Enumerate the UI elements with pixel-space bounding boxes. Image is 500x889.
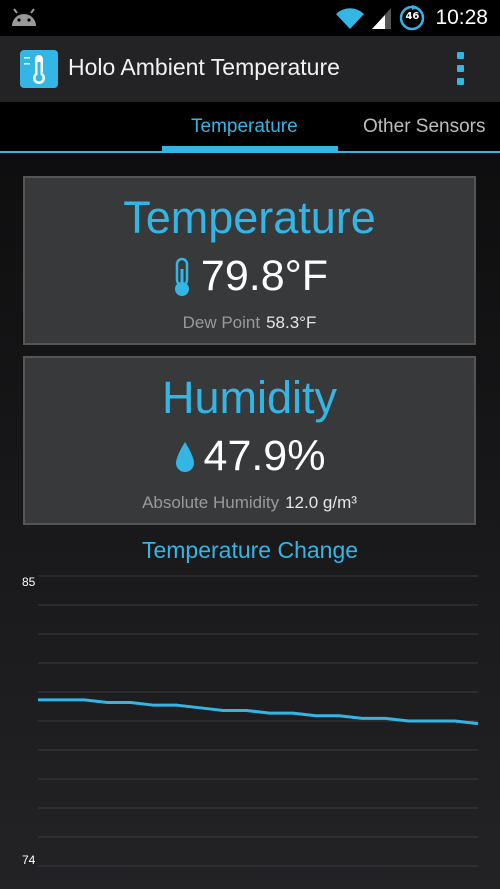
network-badge: 46 [405, 11, 420, 22]
humidity-value: 47.9% [203, 432, 326, 480]
main-content: Temperature 79.8°F Dew Point 58.3°F Humid… [0, 154, 500, 889]
thermometer-app-icon[interactable] [20, 50, 58, 88]
overflow-menu-icon[interactable] [452, 52, 470, 86]
absolute-humidity-label: Absolute Humidity [142, 493, 280, 512]
absolute-humidity-value: 12.0 g/m³ [285, 493, 357, 512]
dew-point-value: 58.3°F [266, 313, 317, 332]
humidity-value-row: 47.9% [25, 432, 474, 481]
humidity-card: Humidity 47.9% Absolute Humidity 12.0 g/m… [23, 356, 476, 525]
y-tick-label: 74 [22, 853, 36, 867]
dew-point-row: Dew Point 58.3°F [25, 313, 474, 333]
humidity-title: Humidity [161, 372, 338, 423]
water-drop-icon [175, 441, 194, 472]
action-bar: Holo Ambient Temperature [0, 36, 500, 102]
android-icon [12, 8, 36, 26]
thermometer-icon [174, 257, 189, 296]
y-tick-label: 85 [22, 575, 36, 589]
data-sync-icon: 46 [399, 5, 425, 31]
signal-icon [372, 8, 392, 29]
absolute-humidity-row: Absolute Humidity 12.0 g/m³ [25, 493, 474, 513]
tab-other-sensors[interactable]: Other Sensors [363, 116, 486, 138]
wifi-icon [336, 8, 365, 29]
temperature-title: Temperature [123, 192, 376, 243]
temperature-card: Temperature 79.8°F Dew Point 58.3°F [23, 176, 476, 345]
temperature-series-line [38, 698, 479, 726]
tab-temperature[interactable]: Temperature [191, 116, 298, 138]
clock: 10:28 [435, 6, 488, 29]
tab-bar: Temperature Other Sensors [0, 102, 500, 154]
app-title: Holo Ambient Temperature [68, 54, 340, 80]
temperature-value-row: 79.8°F [25, 252, 474, 301]
tab-selected-indicator [162, 146, 338, 152]
dew-point-label: Dew Point [182, 313, 261, 332]
status-bar: 46 10:28 [0, 0, 500, 36]
temperature-chart: 85 74 [22, 575, 479, 867]
temperature-value: 79.8°F [200, 252, 329, 300]
chart-title: Temperature Change [141, 537, 359, 563]
